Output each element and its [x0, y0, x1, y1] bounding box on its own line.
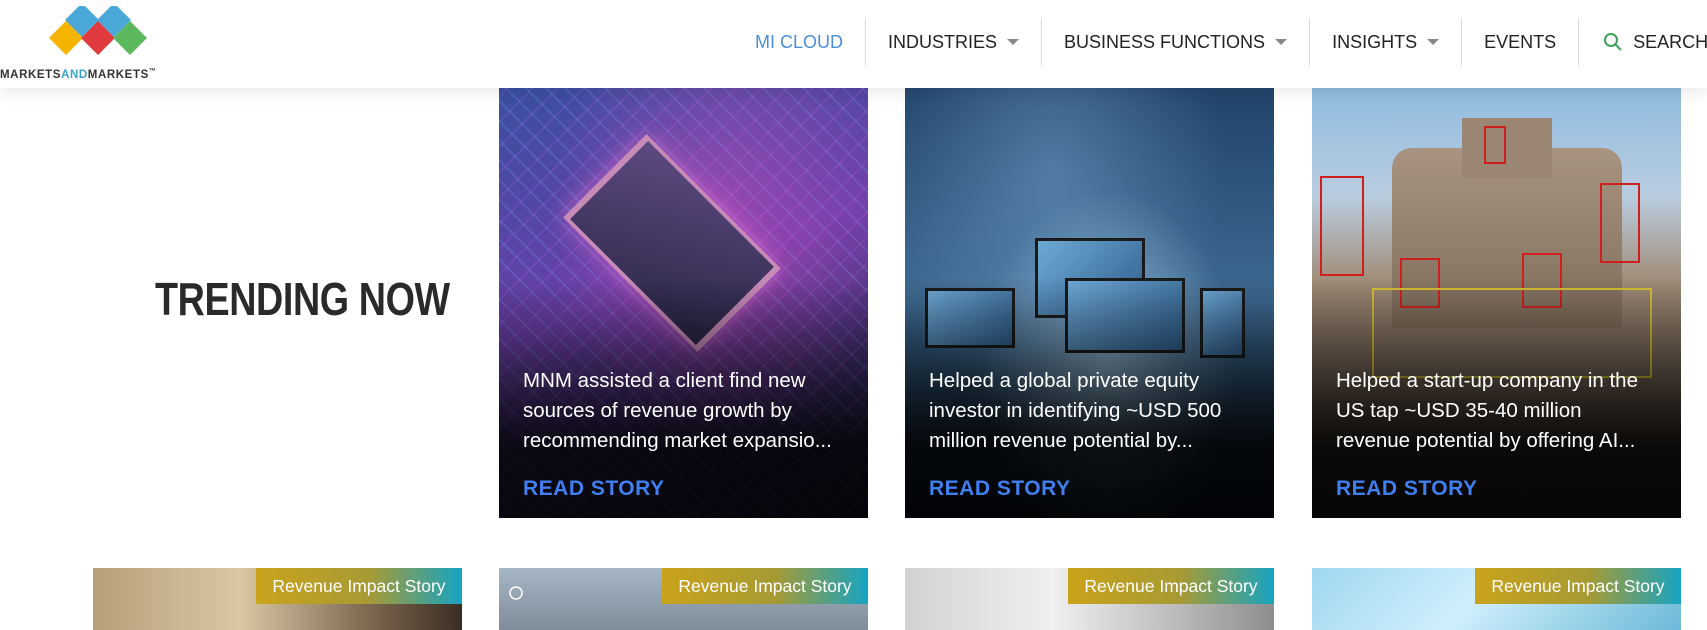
- read-story-link[interactable]: READ STORY: [1336, 477, 1478, 501]
- card-story-text: MNM assisted a client find new sources o…: [523, 369, 832, 452]
- nav-label: MI CLOUD: [755, 31, 844, 52]
- logo-diamonds-icon: [49, 6, 147, 55]
- trending-card[interactable]: MNM assisted a client find new sources o…: [499, 88, 868, 518]
- nav-label: INSIGHTS: [1332, 31, 1418, 52]
- nav-label: EVENTS: [1484, 31, 1557, 52]
- revenue-impact-badge: Revenue Impact Story: [1475, 568, 1681, 604]
- card-story-text: Helped a global private equity investor …: [929, 369, 1222, 452]
- nav-insights[interactable]: INSIGHTS: [1310, 18, 1463, 66]
- story-tile[interactable]: Revenue Impact Story: [93, 568, 462, 630]
- search-button[interactable]: SEARCH: [1579, 18, 1707, 66]
- caret-down-icon: [1275, 39, 1288, 45]
- nav-events[interactable]: EVENTS: [1462, 18, 1580, 66]
- caret-down-icon: [1007, 39, 1020, 45]
- trending-card[interactable]: Helped a global private equity investor …: [905, 88, 1274, 518]
- caret-down-icon: [1427, 39, 1440, 45]
- trending-heading: TRENDING NOW: [155, 273, 450, 325]
- circle-icon: [509, 586, 523, 600]
- site-header: MARKETSANDMARKETS™ MI CLOUD INDUSTRIES B…: [0, 0, 1707, 88]
- revenue-impact-badge: Revenue Impact Story: [1068, 568, 1274, 604]
- nav-label: INDUSTRIES: [888, 31, 998, 52]
- card-story-text: Helped a start-up company in the US tap …: [1336, 369, 1638, 452]
- read-story-link[interactable]: READ STORY: [929, 477, 1071, 501]
- nav-industries[interactable]: INDUSTRIES: [866, 18, 1043, 66]
- story-tile[interactable]: Revenue Impact Story: [499, 568, 868, 630]
- revenue-impact-badge: Revenue Impact Story: [256, 568, 462, 604]
- read-story-link[interactable]: READ STORY: [523, 477, 665, 501]
- story-tile[interactable]: Revenue Impact Story: [1312, 568, 1681, 630]
- markets-and-markets-logo[interactable]: MARKETSANDMARKETS™: [0, 4, 215, 81]
- revenue-impact-badge: Revenue Impact Story: [662, 568, 868, 604]
- nav-business-functions[interactable]: BUSINESS FUNCTIONS: [1042, 18, 1311, 66]
- story-tile[interactable]: Revenue Impact Story: [905, 568, 1274, 630]
- search-label: SEARCH: [1633, 31, 1707, 52]
- nav-label: BUSINESS FUNCTIONS: [1064, 31, 1266, 52]
- logo-wordmark: MARKETSANDMARKETS™: [0, 68, 157, 81]
- search-icon: [1604, 33, 1622, 51]
- main-nav: MI CLOUD INDUSTRIES BUSINESS FUNCTIONS I…: [733, 18, 1707, 66]
- nav-mi-cloud[interactable]: MI CLOUD: [733, 18, 867, 66]
- trending-card[interactable]: Helped a start-up company in the US tap …: [1312, 88, 1681, 518]
